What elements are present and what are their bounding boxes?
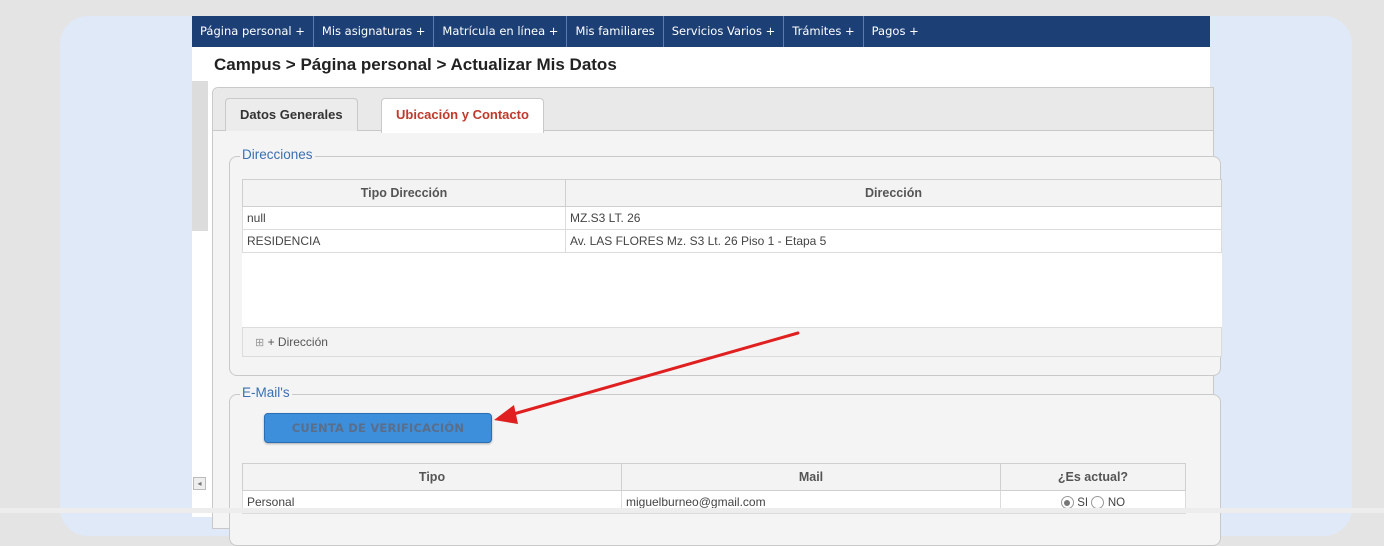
nav-item-servicios-varios[interactable]: Servicios Varios +	[664, 16, 785, 47]
add-icon: ⊞	[255, 337, 265, 349]
direcciones-legend: Direcciones	[240, 147, 315, 162]
col-tipo-direccion: Tipo Dirección	[242, 179, 566, 207]
nav-item-pagina-personal[interactable]: Página personal +	[192, 16, 314, 47]
page-content: Campus > Página personal > Actualizar Mi…	[192, 47, 1222, 546]
nav-item-pagos[interactable]: Pagos +	[864, 16, 927, 47]
cell-direccion: Av. LAS FLORES Mz. S3 Lt. 26 Piso 1 - Et…	[565, 229, 1222, 253]
tab-bar: Datos Generales Ubicación y Contacto	[213, 88, 1213, 133]
left-gutter	[192, 81, 208, 231]
table-footer-row: ⊞ + Dirección	[242, 327, 1222, 357]
col-direccion: Dirección	[565, 179, 1222, 207]
nav-item-mis-familiares[interactable]: Mis familiares	[567, 16, 664, 47]
col-mail: Mail	[621, 463, 1001, 491]
tab-panel: Datos Generales Ubicación y Contacto Dir…	[212, 87, 1222, 546]
tab-ubicacion-contacto[interactable]: Ubicación y Contacto	[381, 98, 544, 133]
footer-cell: ⊞ + Dirección	[242, 327, 1222, 357]
cell-direccion: MZ.S3 LT. 26	[565, 206, 1222, 230]
table-row[interactable]: null MZ.S3 LT. 26	[242, 206, 1222, 230]
collapse-sidebar-icon[interactable]: ◂	[193, 477, 206, 490]
direcciones-fieldset: Direcciones Tipo Dirección Dirección nul…	[229, 147, 1222, 376]
direcciones-table: Tipo Dirección Dirección null MZ.S3 LT. …	[242, 179, 1222, 357]
breadcrumb: Campus > Página personal > Actualizar Mi…	[214, 55, 617, 74]
cell-tipo: RESIDENCIA	[242, 229, 566, 253]
table-row[interactable]: RESIDENCIA Av. LAS FLORES Mz. S3 Lt. 26 …	[242, 229, 1222, 253]
add-direccion-button[interactable]: ⊞ + Dirección	[255, 335, 328, 349]
add-direccion-label: + Dirección	[267, 335, 328, 349]
nav-item-tramites[interactable]: Trámites +	[784, 16, 864, 47]
empty-area	[243, 253, 1222, 328]
emails-legend: E-Mail's	[240, 385, 292, 400]
col-es-actual: ¿Es actual?	[1000, 463, 1186, 491]
tab-datos-generales[interactable]: Datos Generales	[225, 98, 358, 131]
table-header-row: Tipo Mail ¿Es actual?	[242, 463, 1186, 491]
cell-tipo: null	[242, 206, 566, 230]
col-tipo: Tipo	[242, 463, 622, 491]
empty-row	[243, 253, 1222, 328]
top-navigation: Página personal + Mis asignaturas + Matr…	[192, 16, 1210, 47]
cuenta-verificacion-button[interactable]: CUENTA DE VERIFICACIÓN	[264, 413, 492, 443]
emails-table: Tipo Mail ¿Es actual? Personal miguelbur…	[242, 463, 1186, 514]
nav-item-mis-asignaturas[interactable]: Mis asignaturas +	[314, 16, 435, 47]
bottom-edge	[0, 508, 1384, 513]
table-header-row: Tipo Dirección Dirección	[242, 179, 1222, 207]
nav-item-matricula[interactable]: Matrícula en línea +	[434, 16, 568, 47]
